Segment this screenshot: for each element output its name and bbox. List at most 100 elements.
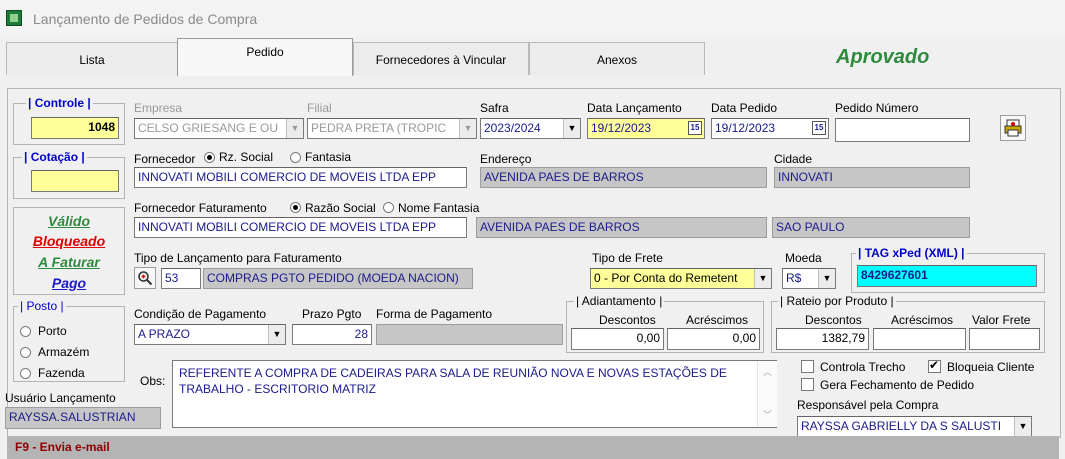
tab-anexos[interactable]: Anexos (529, 42, 705, 75)
posto-opt-fazenda: Fazenda (38, 366, 85, 380)
forn-fat-radio-razao-social[interactable] (290, 202, 301, 213)
rateio-label: | Rateio por Produto | (778, 294, 896, 308)
rateio-frete-field[interactable] (969, 328, 1040, 350)
footer-text: F9 - Envia e-mail (15, 440, 110, 454)
posto-radio-fazenda[interactable] (20, 368, 31, 379)
rateio-acrescimos-label: Acréscimos (891, 313, 954, 327)
tipo-lancamento-desc: COMPRAS PGTO PEDIDO (MOEDA NACION) (203, 268, 473, 289)
forn-fat-radio-nome-fantasia[interactable] (383, 202, 394, 213)
magnifier-icon (138, 271, 153, 286)
adiant-acrescimos-field[interactable]: 0,00 (667, 328, 760, 350)
obs-scrollbar[interactable]: ︿ ﹀ (757, 361, 777, 427)
lookup-button[interactable] (134, 267, 156, 289)
moeda-select[interactable]: R$ ▼ (782, 268, 836, 289)
print-button[interactable] (1000, 115, 1026, 141)
posto-radio-porto[interactable] (20, 326, 31, 337)
chevron-down-icon[interactable]: ▼ (563, 119, 580, 138)
cotacao-label: | Cotação | (22, 150, 87, 164)
gera-fechamento-checkbox[interactable] (801, 378, 814, 391)
obs-label: Obs: (140, 374, 166, 388)
tab-lista[interactable]: Lista (6, 42, 178, 75)
pago-link[interactable]: Pago (13, 275, 125, 291)
a-faturar-link[interactable]: A Faturar (13, 254, 125, 270)
safra-label: Safra (480, 101, 509, 115)
tipo-frete-select[interactable]: 0 - Por Conta do Remetent ▼ (590, 268, 772, 289)
filial-label: Filial (307, 101, 332, 115)
usuario-label: Usuário Lançamento (5, 391, 116, 405)
filial-select[interactable]: PEDRA PRETA (TROPIC ▼ (307, 118, 477, 139)
tipo-lancamento-code[interactable]: 53 (161, 268, 201, 289)
empresa-label: Empresa (134, 101, 183, 115)
controla-trecho-checkbox[interactable] (801, 360, 814, 373)
obs-textarea[interactable]: REFERENTE A COMPRA DE CADEIRAS PARA SALA… (172, 360, 777, 428)
pedido-numero-field[interactable] (835, 118, 970, 142)
tag-xped-field[interactable]: 8429627601 (857, 265, 1037, 287)
tab-pedido[interactable]: Pedido (177, 38, 353, 76)
bloqueado-link[interactable]: Bloqueado (13, 233, 125, 249)
chevron-down-icon[interactable]: ▼ (818, 269, 835, 288)
fornecedor-radio-rz-social[interactable] (204, 152, 215, 163)
calendar-icon[interactable]: 15 (688, 121, 702, 135)
rateio-descontos-label: Descontos (805, 313, 862, 327)
posto-opt-porto: Porto (38, 324, 67, 338)
app-icon (6, 10, 22, 26)
scroll-down-icon[interactable]: ﹀ (758, 408, 777, 421)
cidade-field: INNOVATI (774, 167, 970, 188)
endereco-label: Endereço (480, 152, 532, 166)
posto-opt-armazem: Armazém (38, 345, 90, 359)
posto-radio-armazem[interactable] (20, 347, 31, 358)
footer-bar: F9 - Envia e-mail (7, 436, 1059, 459)
fornecedor-opt-fantasia: Fantasia (305, 150, 352, 164)
fornecedor-field[interactable]: INNOVATI MOBILI COMERCIO DE MOVEIS LTDA … (134, 167, 467, 188)
prazo-field[interactable]: 28 (292, 324, 372, 345)
fornecedor-label: Fornecedor (134, 152, 196, 166)
printer-icon (1004, 119, 1022, 137)
fornecedor-opt-rz-social: Rz. Social (219, 150, 274, 164)
prazo-label: Prazo Pgto (302, 307, 362, 321)
controla-trecho-label: Controla Trecho (820, 360, 906, 374)
tipo-frete-label: Tipo de Frete (592, 251, 663, 265)
adiant-descontos-field[interactable]: 0,00 (571, 328, 664, 350)
endereco-field: AVENIDA PAES DE BARROS (480, 167, 767, 188)
bloqueia-cliente-label: Bloqueia Cliente (947, 360, 1035, 374)
chevron-down-icon[interactable]: ▼ (754, 269, 771, 288)
usuario-field: RAYSSA.SALUSTRIAN (5, 407, 161, 429)
controle-label: | Controle | (26, 96, 93, 110)
condicao-label: Condição de Pagamento (134, 307, 267, 321)
forma-pagamento-field (376, 324, 563, 345)
cidade-label: Cidade (774, 152, 813, 166)
data-lancamento-field[interactable]: 19/12/2023 15 (587, 118, 705, 139)
safra-select[interactable]: 2023/2024 ▼ (480, 118, 581, 139)
fornecedor-radio-fantasia[interactable] (290, 152, 301, 163)
moeda-label: Moeda (785, 251, 822, 265)
chevron-down-icon[interactable]: ▼ (286, 119, 303, 138)
condicao-select[interactable]: A PRAZO ▼ (134, 324, 286, 345)
forn-fat-opt-nome-fantasia: Nome Fantasia (398, 201, 480, 215)
rateio-acrescimos-field[interactable] (873, 328, 966, 350)
forn-faturamento-field[interactable]: INNOVATI MOBILI COMERCIO DE MOVEIS LTDA … (134, 217, 467, 238)
tab-fornecedores[interactable]: Fornecedores à Vincular (353, 42, 529, 75)
controle-field[interactable]: 1048 (31, 117, 119, 139)
forn-fat-opt-razao-social: Razão Social (305, 201, 376, 215)
bloqueia-cliente-checkbox[interactable] (928, 358, 941, 373)
data-pedido-field[interactable]: 19/12/2023 15 (711, 118, 829, 139)
chevron-down-icon[interactable]: ▼ (1014, 417, 1031, 437)
empresa-select[interactable]: CELSO GRIESANG E OU ▼ (134, 118, 304, 139)
rateio-frete-label: Valor Frete (972, 313, 1031, 327)
adiant-descontos-label: Descontos (599, 313, 656, 327)
pedido-numero-label: Pedido Número (835, 101, 919, 115)
chevron-down-icon[interactable]: ▼ (459, 119, 476, 138)
responsavel-select[interactable]: RAYSSA GABRIELLY DA S SALUSTI ▼ (797, 416, 1032, 438)
cotacao-field[interactable] (31, 170, 119, 192)
forn-fat-cidade-field: SAO PAULO (772, 217, 970, 238)
tipo-lancamento-label: Tipo de Lançamento para Faturamento (134, 251, 342, 265)
rateio-descontos-field[interactable]: 1382,79 (776, 328, 869, 350)
chevron-down-icon[interactable]: ▼ (268, 325, 285, 344)
scroll-up-icon[interactable]: ︿ (758, 365, 777, 378)
calendar-icon[interactable]: 15 (812, 121, 826, 135)
responsavel-label: Responsável pela Compra (797, 398, 939, 412)
forn-faturamento-label: Fornecedor Faturamento (134, 201, 267, 215)
adiantamento-label: | Adiantamento | (574, 294, 665, 308)
window-title: Lançamento de Pedidos de Compra (33, 11, 258, 27)
valido-link[interactable]: Válido (13, 213, 125, 229)
